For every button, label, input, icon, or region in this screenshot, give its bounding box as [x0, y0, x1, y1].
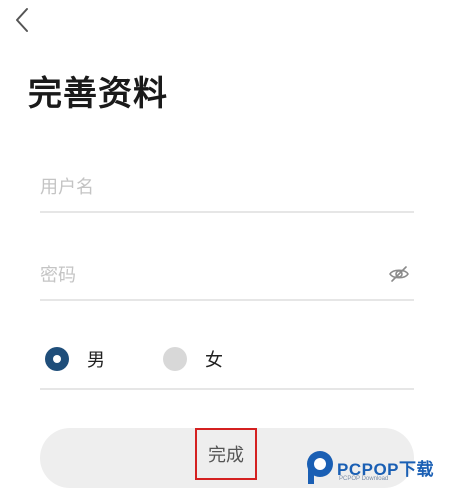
- radio-unchecked-icon: [163, 347, 187, 371]
- pcpop-logo-icon: [307, 451, 333, 484]
- gender-label-female: 女: [205, 350, 223, 371]
- password-field-container: [40, 251, 414, 301]
- back-button[interactable]: [10, 6, 36, 34]
- password-visibility-toggle[interactable]: [388, 263, 410, 285]
- gender-label-male: 男: [87, 350, 105, 371]
- complete-button-label: 完成: [195, 428, 257, 480]
- chevron-left-icon: [16, 8, 28, 32]
- radio-checked-icon: [45, 347, 69, 371]
- gender-selector: 男 女: [40, 340, 414, 390]
- gender-option-female[interactable]: 女: [163, 346, 223, 372]
- gender-option-male[interactable]: 男: [45, 346, 105, 372]
- username-input[interactable]: [40, 163, 370, 211]
- eye-off-icon: [389, 266, 409, 282]
- password-input[interactable]: [40, 251, 370, 299]
- watermark-logo: PCPOP下载 PCPOP Download: [305, 449, 445, 489]
- watermark-subtitle: PCPOP Download: [339, 476, 389, 482]
- username-field-container: [40, 163, 414, 213]
- page-title: 完善资料: [28, 74, 168, 114]
